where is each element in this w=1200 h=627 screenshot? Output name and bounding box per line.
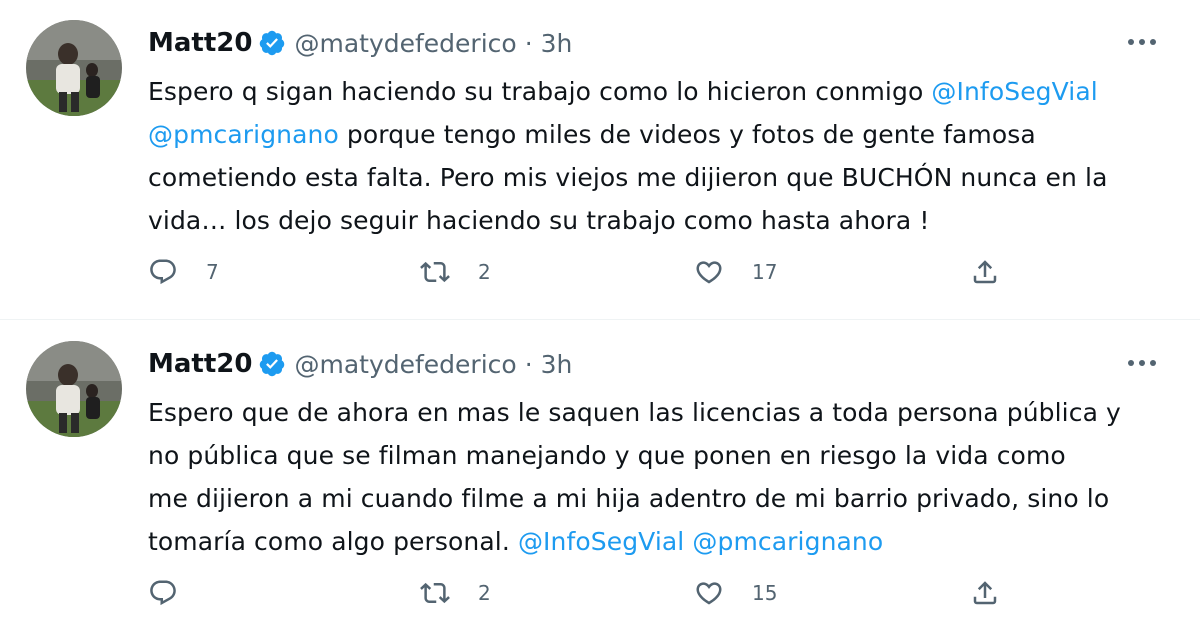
tweet-text-line: no pública que se filman manejando y que… [148, 434, 1178, 477]
tweet-text-segment: me dijieron a mi cuando filme a mi hija … [148, 484, 1110, 513]
like-icon [696, 261, 722, 284]
retweet-icon [420, 261, 450, 283]
tweet-header: Matt20 @matydefederico · 3h [148, 26, 572, 60]
tweet-text: Espero que de ahora en mas le saquen las… [148, 391, 1178, 563]
separator-dot: · [524, 349, 533, 379]
tweet[interactable]: Matt20 @matydefederico · 3h Espero q sig… [0, 0, 1200, 320]
like-button[interactable]: 17 [694, 252, 777, 292]
retweet-count: 2 [478, 260, 491, 284]
tweet-text-line: Espero q sigan haciendo su trabajo como … [148, 70, 1178, 113]
user-handle[interactable]: @matydefederico [294, 350, 516, 379]
tweet-actions: 2 15 [148, 573, 1018, 613]
like-count: 17 [752, 260, 778, 284]
tweet-text-segment: cometiendo esta falta. Pero mis viejos m… [148, 163, 1108, 192]
mention-link[interactable]: @InfoSegVial [931, 77, 1097, 106]
tweet-text-line: Espero que de ahora en mas le saquen las… [148, 391, 1178, 434]
tweet-text-segment: porque tengo miles de videos y fotos de … [338, 120, 1036, 149]
share-button[interactable] [970, 573, 1000, 613]
avatar-photo [26, 20, 122, 116]
retweet-button[interactable]: 2 [420, 573, 491, 613]
like-count: 15 [752, 581, 778, 605]
retweet-count: 2 [478, 581, 491, 605]
tweet-text-segment: tomaría como algo personal. [148, 527, 518, 556]
display-name[interactable]: Matt20 [148, 28, 252, 58]
tweet-text-line: vida… los dejo seguir haciendo su trabaj… [148, 199, 1178, 242]
user-handle[interactable]: @matydefederico [294, 29, 516, 58]
more-icon[interactable] [1122, 349, 1162, 377]
reply-icon [150, 259, 176, 285]
reply-button[interactable]: 7 [148, 252, 219, 292]
more-icon[interactable] [1122, 28, 1162, 56]
avatar[interactable] [26, 20, 122, 116]
like-button[interactable]: 15 [694, 573, 777, 613]
share-icon [973, 581, 997, 605]
tweet-text-line: me dijieron a mi cuando filme a mi hija … [148, 477, 1178, 520]
share-button[interactable] [970, 252, 1000, 292]
reply-button[interactable] [148, 573, 206, 613]
tweet-text-line: cometiendo esta falta. Pero mis viejos m… [148, 156, 1178, 199]
tweet-header: Matt20 @matydefederico · 3h [148, 347, 572, 381]
tweet[interactable]: Matt20 @matydefederico · 3h Espero que d… [0, 321, 1200, 627]
retweet-icon [420, 582, 450, 604]
tweet-actions: 7 2 17 [148, 252, 1018, 292]
timestamp[interactable]: 3h [541, 350, 573, 379]
mention-link[interactable]: @pmcarignano [148, 120, 339, 149]
avatar[interactable] [26, 341, 122, 437]
like-icon [696, 582, 722, 605]
separator-dot: · [524, 28, 533, 58]
tweet-text-line: tomaría como algo personal. @InfoSegVial… [148, 520, 1178, 563]
retweet-button[interactable]: 2 [420, 252, 491, 292]
mention-link[interactable]: @InfoSegVial [518, 527, 684, 556]
tweet-text-segment: no pública que se filman manejando y que… [148, 441, 1066, 470]
tweet-text: Espero q sigan haciendo su trabajo como … [148, 70, 1178, 242]
tweet-text-segment: Espero que de ahora en mas le saquen las… [148, 398, 1121, 427]
share-icon [973, 260, 997, 284]
display-name[interactable]: Matt20 [148, 349, 252, 379]
tweet-text-segment: vida… los dejo seguir haciendo su trabaj… [148, 206, 930, 235]
verified-badge-icon [258, 29, 286, 57]
timestamp[interactable]: 3h [541, 29, 573, 58]
reply-icon [150, 580, 176, 606]
tweet-text-segment: Espero q sigan haciendo su trabajo como … [148, 77, 932, 106]
avatar-photo [26, 341, 122, 437]
mention-link[interactable]: @pmcarignano [692, 527, 883, 556]
tweet-text-line: @pmcarignano porque tengo miles de video… [148, 113, 1178, 156]
verified-badge-icon [258, 350, 286, 378]
reply-count: 7 [206, 260, 219, 284]
